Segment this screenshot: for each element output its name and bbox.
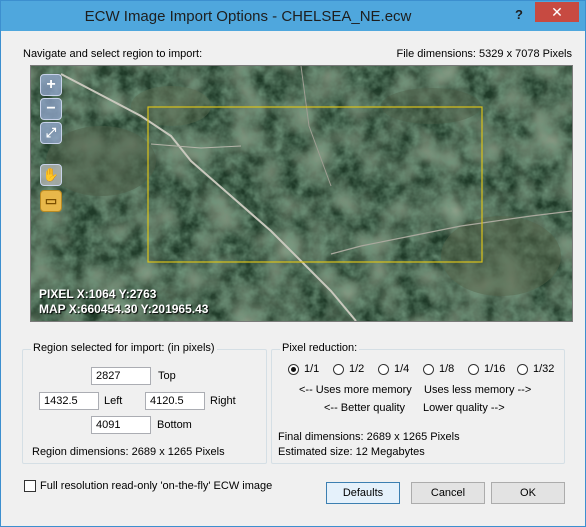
radio-dot[interactable] — [288, 364, 299, 375]
estimated-size: Estimated size: 12 Megabytes — [278, 446, 425, 458]
ok-button[interactable]: OK — [491, 482, 565, 504]
radio-label: 1/1 — [304, 363, 320, 375]
radio-label: 1/2 — [349, 363, 365, 375]
aerial-image[interactable] — [31, 66, 572, 321]
reduction-radio-row: 1/1 1/2 1/4 1/8 1/16 1/32 — [288, 363, 558, 377]
top-label: Top — [158, 370, 176, 382]
radio-label: 1/4 — [394, 363, 410, 375]
zoom-fit-icon[interactable]: ⤢ — [40, 122, 62, 144]
cancel-button[interactable]: Cancel — [411, 482, 485, 504]
zoom-out-icon[interactable]: − — [40, 98, 62, 120]
close-button[interactable]: ✕ — [535, 2, 579, 22]
radio-dot[interactable] — [517, 364, 528, 375]
radio-label: 1/32 — [533, 363, 555, 375]
help-button[interactable]: ? — [511, 5, 527, 25]
top-field[interactable]: 2827 — [91, 367, 151, 385]
map-preview[interactable]: + − ⤢ ✋ ▭ PIXEL X:1064 Y:2763 MAP X:6604… — [30, 65, 573, 322]
zoom-in-icon[interactable]: + — [40, 74, 62, 96]
title-bar[interactable]: ECW Image Import Options - CHELSEA_NE.ec… — [1, 1, 585, 31]
bottom-field[interactable]: 4091 — [91, 416, 151, 434]
radio-dot[interactable] — [423, 364, 434, 375]
bottom-label: Bottom — [157, 419, 192, 431]
left-label: Left — [104, 395, 123, 407]
pixel-coordinate-readout: PIXEL X:1064 Y:2763 — [39, 287, 157, 301]
pixel-reduction-title: Pixel reduction: — [280, 342, 360, 354]
less-memory-hint: Uses less memory --> — [424, 384, 532, 396]
more-memory-hint: <-- Uses more memory — [299, 384, 412, 396]
lower-quality-hint: Lower quality --> — [423, 402, 505, 414]
file-dimensions: File dimensions: 5329 x 7078 Pixels — [396, 48, 572, 60]
region-group: Region selected for import: (in pixels) … — [22, 342, 267, 464]
right-label: Right — [210, 395, 236, 407]
full-resolution-label[interactable]: Full resolution read-only 'on-the-fly' E… — [40, 480, 272, 492]
final-dimensions: Final dimensions: 2689 x 1265 Pixels — [278, 431, 460, 443]
region-dimensions: Region dimensions: 2689 x 1265 Pixels — [32, 446, 225, 458]
radio-dot[interactable] — [333, 364, 344, 375]
map-coordinate-readout: MAP X:660454.30 Y:201965.43 — [39, 302, 209, 316]
left-field[interactable]: 1432.5 — [39, 392, 99, 410]
defaults-button[interactable]: Defaults — [326, 482, 400, 504]
pixel-reduction-group: Pixel reduction: 1/1 1/2 1/4 1/8 1/16 1/… — [271, 342, 565, 464]
select-region-icon[interactable]: ▭ — [40, 190, 62, 212]
radio-dot[interactable] — [468, 364, 479, 375]
radio-dot[interactable] — [378, 364, 389, 375]
pan-hand-icon[interactable]: ✋ — [40, 164, 62, 186]
region-group-title: Region selected for import: (in pixels) — [31, 342, 217, 354]
radio-label: 1/16 — [484, 363, 506, 375]
dialog-body: Navigate and select region to import: Fi… — [8, 32, 578, 518]
import-options-dialog: ECW Image Import Options - CHELSEA_NE.ec… — [0, 0, 586, 527]
better-quality-hint: <-- Better quality — [324, 402, 406, 414]
full-resolution-checkbox[interactable] — [24, 480, 36, 492]
navigate-label: Navigate and select region to import: — [23, 48, 203, 60]
radio-label: 1/8 — [439, 363, 455, 375]
dialog-title: ECW Image Import Options - CHELSEA_NE.ec… — [84, 8, 412, 25]
right-field[interactable]: 4120.5 — [145, 392, 205, 410]
